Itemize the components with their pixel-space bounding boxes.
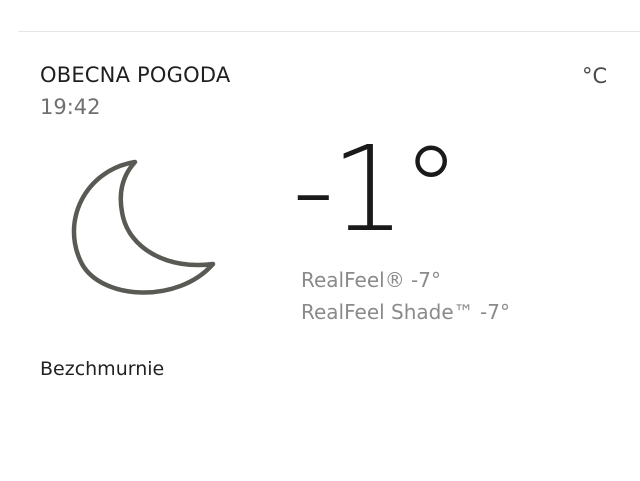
temperature-unit-toggle[interactable]: °C — [582, 63, 607, 89]
realfeel-shade-temperature: RealFeel Shade™ -7° — [301, 300, 510, 324]
moon-crescent-outline — [71, 159, 216, 295]
card-title: OBECNA POGODA — [40, 63, 231, 87]
current-temperature: -1° — [292, 120, 461, 258]
realfeel-temperature: RealFeel® -7° — [301, 268, 441, 292]
observation-time: 19:42 — [40, 95, 101, 119]
weather-condition: Bezchmurnie — [40, 358, 165, 380]
moon-icon — [71, 159, 216, 295]
